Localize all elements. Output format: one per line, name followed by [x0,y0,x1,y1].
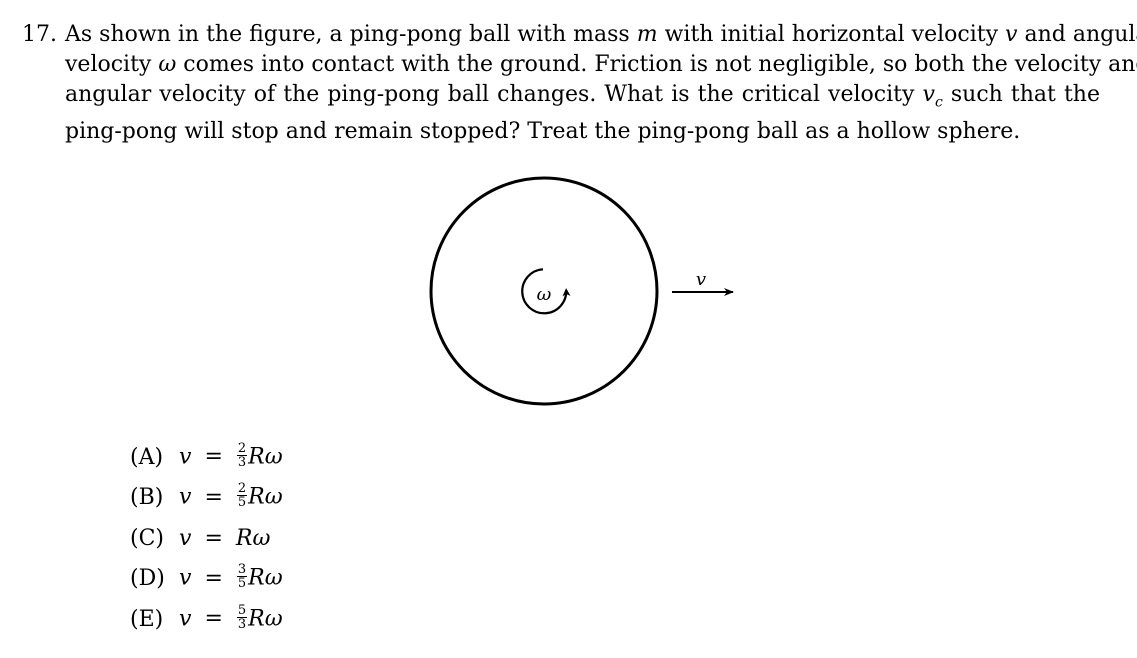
fraction: 25 [236,481,248,511]
velocity-label: v [696,269,706,290]
choice-label: (A) [130,444,164,470]
equals-sign: = [204,484,223,510]
fraction-denominator: 3 [237,454,247,470]
fraction: 23 [236,440,248,470]
choice-expression: v = 2 3 Rω [179,440,283,471]
choice-expression: v = Rω [179,526,270,551]
choice-lhs: v [179,606,192,632]
equals-sign: = [204,444,223,470]
fraction-denominator: 5 [237,576,247,592]
equals-sign: = [204,525,223,551]
choice-lhs: v [179,444,192,470]
choice-d[interactable]: (D) v = 3 5 Rω [130,559,283,600]
choice-label: (C) [130,525,164,551]
fraction: 53 [236,602,248,632]
choice-expression: v = 5 3 Rω [179,602,283,633]
fraction-numerator: 2 [236,481,248,497]
choice-lhs: v [179,484,192,510]
choice-a[interactable]: (A) v = 2 3 Rω [130,437,283,478]
fraction-denominator: 5 [237,495,247,511]
fraction-denominator: 3 [237,616,247,632]
choice-label: (B) [130,485,164,511]
choice-label: (D) [130,566,165,592]
answer-choices: (A) v = 2 3 Rω (B) v = 2 5 Rω (C) v = Rω (D)… [130,437,283,640]
choice-label: (E) [130,606,164,632]
choice-b[interactable]: (B) v = 2 5 Rω [130,478,283,519]
equals-sign: = [204,565,223,591]
fraction: 35 [236,562,248,592]
choice-lhs: v [179,565,192,591]
choice-rhs: Rω [248,444,283,470]
equals-sign: = [204,606,223,632]
choice-rhs: Rω [248,484,283,510]
choice-rhs: Rω [235,525,271,551]
choice-lhs: v [179,525,192,551]
choice-c[interactable]: (C) v = Rω [130,518,283,559]
choice-rhs: Rω [248,565,283,591]
choice-expression: v = 3 5 Rω [179,562,283,592]
fraction-numerator: 5 [236,602,248,618]
choice-rhs: Rω [248,606,283,632]
fraction-numerator: 2 [236,440,248,456]
choice-e[interactable]: (E) v = 5 3 Rω [130,599,283,640]
choice-expression: v = 2 5 Rω [179,481,283,511]
omega-label: ω [537,284,552,305]
fraction-numerator: 3 [236,562,248,578]
